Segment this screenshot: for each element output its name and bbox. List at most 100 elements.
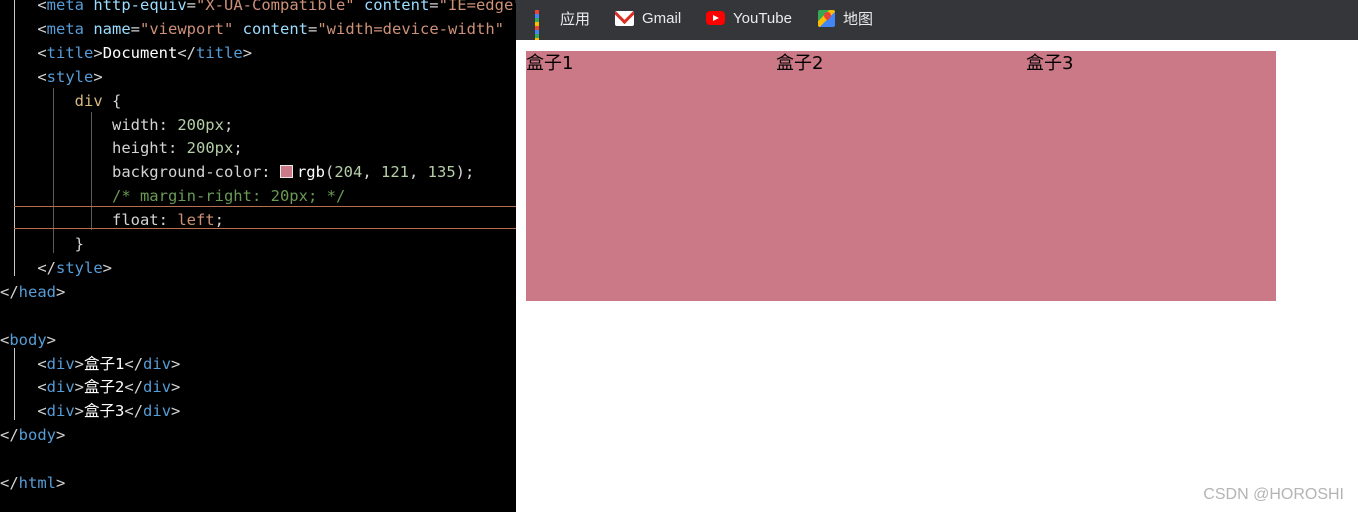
code-line[interactable]: <title>Document</title> — [0, 41, 252, 65]
code-line[interactable]: <meta http-equiv="X-UA-Compatible" conte… — [0, 0, 516, 17]
code-token: </ — [177, 43, 197, 62]
code-token: < — [0, 354, 47, 373]
code-token: div — [0, 91, 103, 110]
code-line[interactable]: </style> — [0, 256, 112, 280]
box-1: 盒子1 — [526, 51, 776, 301]
code-token: ; — [223, 115, 234, 134]
bookmark-youtube[interactable]: YouTube — [706, 0, 792, 36]
code-token: body — [18, 426, 56, 445]
code-token: > — [56, 474, 66, 492]
code-token: head — [18, 282, 56, 301]
code-token: ; — [233, 139, 243, 158]
code-token: Document — [102, 43, 178, 62]
code-token: background-color — [0, 163, 262, 182]
code-token: = — [429, 0, 439, 14]
code-line[interactable]: </body> — [0, 423, 65, 447]
code-token: > — [242, 43, 253, 62]
code-token: > — [171, 354, 181, 373]
bookmark-label: 应用 — [560, 10, 591, 28]
code-token: > — [74, 354, 85, 373]
code-token: title — [196, 43, 243, 62]
code-token: } — [0, 235, 84, 253]
code-token: < — [0, 67, 47, 86]
code-token: body — [9, 330, 47, 349]
code-line[interactable]: div { — [0, 89, 122, 113]
code-token: < — [0, 330, 10, 349]
code-token: style — [56, 258, 103, 277]
code-token: div — [143, 402, 172, 421]
code-token: </ — [124, 354, 144, 373]
code-token: < — [0, 19, 47, 38]
color-swatch[interactable] — [279, 165, 293, 179]
bookmarks-bar: 应用 Gmail YouTube 地图 — [516, 0, 1358, 46]
browser-window: 应用 Gmail YouTube 地图 盒子1 盒子2 盒子3 CSDN @HO… — [516, 0, 1358, 512]
code-token: style — [46, 67, 94, 86]
watermark: CSDN @HOROSHI — [1203, 486, 1344, 503]
code-token: </ — [0, 258, 56, 277]
youtube-icon — [706, 11, 725, 25]
code-token: div — [46, 402, 75, 421]
code-token: > — [74, 402, 85, 421]
bookmark-maps[interactable]: 地图 — [818, 0, 873, 36]
code-token: : — [158, 211, 178, 230]
code-token: 135 — [427, 163, 456, 182]
code-line[interactable]: <div>盒子2</div> — [0, 375, 180, 399]
code-token: rgb — [296, 163, 325, 182]
code-token: div — [46, 354, 75, 373]
code-line[interactable]: } — [0, 232, 84, 256]
code-token: > — [74, 378, 85, 397]
code-token: </ — [0, 474, 19, 492]
code-token: "X-UA-Compatible" — [196, 0, 355, 14]
code-line[interactable]: </html> — [0, 471, 65, 495]
code-token: < — [0, 402, 47, 421]
code-token: > — [102, 258, 113, 277]
page-viewport: 盒子1 盒子2 盒子3 CSDN @HOROSHI — [516, 40, 1358, 512]
code-token: = — [308, 19, 318, 38]
code-line[interactable]: width: 200px; — [0, 113, 233, 137]
code-line[interactable]: <meta name="viewport" content="width=dev… — [0, 17, 504, 41]
code-token: </ — [0, 282, 19, 301]
code-token: height — [0, 139, 168, 158]
bookmark-gmail[interactable]: Gmail — [615, 0, 681, 36]
code-token: 盒子3 — [84, 402, 125, 421]
code-token: content — [354, 0, 430, 14]
bookmark-label: 地图 — [843, 10, 874, 28]
code-line[interactable]: /* margin-right: 20px; */ — [0, 184, 345, 208]
code-token: > — [171, 402, 181, 421]
code-token: > — [93, 43, 103, 62]
code-token: 200px — [186, 139, 234, 158]
code-editor[interactable]: <meta http-equiv="X-UA-Compatible" conte… — [0, 0, 516, 512]
code-token: , — [408, 163, 428, 182]
code-line[interactable]: <body> — [0, 328, 56, 352]
code-token: </ — [124, 378, 144, 397]
maps-icon — [818, 9, 835, 27]
code-token: < — [0, 0, 47, 14]
code-line[interactable]: background-color: rgb(204, 121, 135); — [0, 160, 474, 184]
code-line[interactable]: height: 200px; — [0, 136, 243, 160]
bookmark-label: Gmail — [642, 9, 682, 27]
gmail-icon — [615, 10, 634, 26]
code-token: "IE=edge" — [438, 0, 516, 14]
code-token: > — [93, 67, 103, 86]
code-token: name — [84, 19, 131, 38]
code-token: 200px — [177, 115, 224, 134]
code-line[interactable]: <div>盒子1</div> — [0, 352, 180, 376]
bookmark-apps[interactable]: 应用 — [535, 0, 591, 46]
code-line[interactable]: <div>盒子3</div> — [0, 399, 180, 423]
code-token: div — [143, 354, 172, 373]
code-token: html — [18, 474, 56, 492]
code-token: </ — [124, 402, 144, 421]
code-token: title — [46, 43, 94, 62]
code-token: 204 — [334, 163, 363, 182]
code-token: meta — [46, 0, 84, 14]
code-line[interactable]: float: left; — [0, 208, 224, 232]
code-token: 盒子2 — [84, 378, 125, 397]
code-token: : — [158, 115, 178, 134]
code-token: left — [177, 211, 215, 230]
code-token: : — [167, 139, 187, 158]
code-line[interactable]: <style> — [0, 65, 103, 89]
code-token: "viewport" — [140, 19, 234, 38]
code-token: </ — [0, 426, 19, 445]
box-2: 盒子2 — [776, 51, 1026, 301]
code-line[interactable]: </head> — [0, 280, 65, 304]
